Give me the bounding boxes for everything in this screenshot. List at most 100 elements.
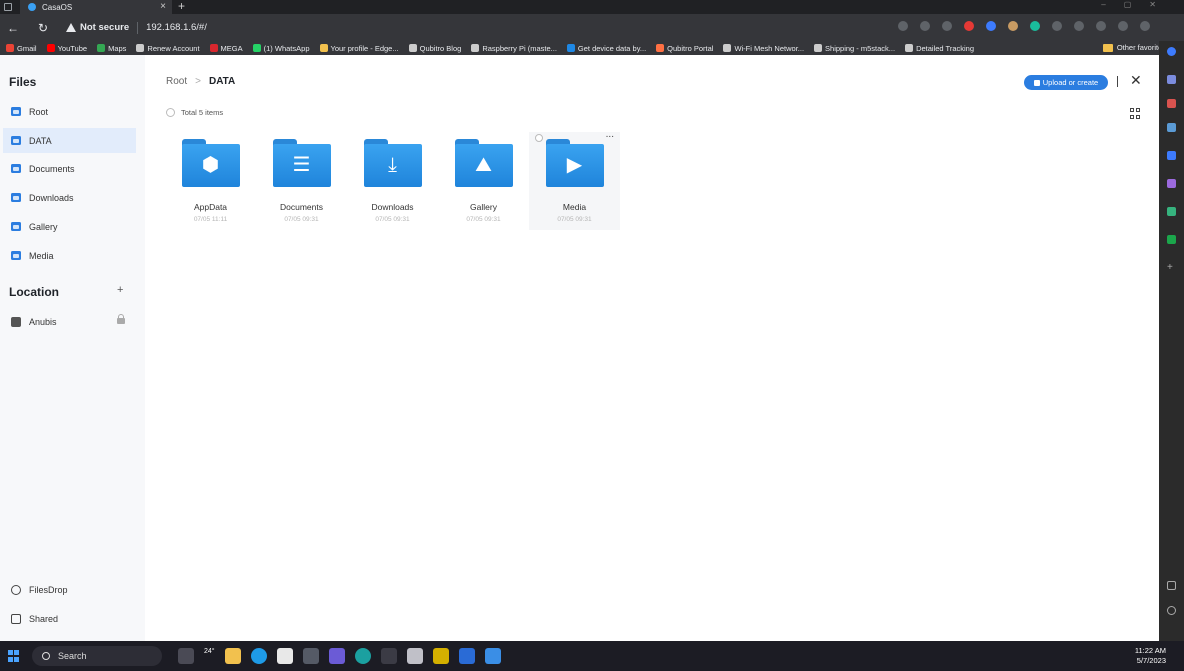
upload-or-create-button[interactable]: Upload or create bbox=[1024, 75, 1108, 90]
window-menu-icon[interactable] bbox=[4, 3, 12, 11]
close-icon[interactable]: ✕ bbox=[1130, 72, 1142, 89]
favorite-star-icon[interactable] bbox=[942, 21, 952, 31]
browser-tab[interactable]: CasaOS × bbox=[20, 0, 172, 14]
app-icon[interactable] bbox=[458, 648, 475, 664]
office-icon[interactable] bbox=[1167, 207, 1176, 216]
url-input[interactable]: 192.168.1.6/#/ bbox=[146, 22, 207, 33]
collections-icon[interactable] bbox=[1096, 21, 1106, 31]
bookmark-item[interactable]: MEGA bbox=[209, 44, 243, 53]
select-all[interactable]: Total 5 items bbox=[166, 108, 223, 117]
profile-icon[interactable] bbox=[1118, 21, 1128, 31]
add-location-button[interactable]: + bbox=[117, 284, 123, 296]
app-icon[interactable] bbox=[406, 648, 423, 664]
clock-time: 11:22 AM bbox=[1134, 646, 1166, 655]
select-all-checkbox[interactable] bbox=[166, 108, 175, 117]
bookmark-icon bbox=[209, 44, 218, 52]
tag-icon[interactable] bbox=[1167, 75, 1176, 84]
folder-item-downloads[interactable]: ⤓ Downloads 07/05 09:31 bbox=[347, 132, 438, 230]
extension-red-icon[interactable] bbox=[964, 21, 974, 31]
app-icon[interactable] bbox=[380, 648, 397, 664]
bookmark-item[interactable]: YouTube bbox=[46, 44, 87, 53]
breadcrumb-root[interactable]: Root bbox=[166, 76, 187, 87]
bookmark-item[interactable]: (1) WhatsApp bbox=[252, 44, 310, 53]
file-explorer-icon[interactable] bbox=[224, 648, 241, 664]
browser-side-panel: + bbox=[1159, 41, 1184, 641]
bookmark-item[interactable]: Renew Account bbox=[136, 44, 200, 53]
more-options-icon[interactable]: ... bbox=[606, 129, 614, 140]
arduino-icon[interactable] bbox=[354, 648, 371, 664]
bookmark-item[interactable]: Maps bbox=[97, 44, 126, 53]
folder-date: 07/05 09:31 bbox=[557, 216, 592, 223]
reload-icon[interactable]: ↻ bbox=[36, 21, 50, 35]
cube-icon: ⬢ bbox=[201, 154, 220, 177]
games-icon[interactable] bbox=[1167, 123, 1176, 132]
read-aloud-icon[interactable] bbox=[920, 21, 930, 31]
app-icon[interactable] bbox=[328, 648, 345, 664]
bookmark-icon bbox=[905, 44, 914, 52]
bing-chat-icon[interactable] bbox=[1167, 47, 1176, 56]
lock-icon[interactable] bbox=[117, 314, 125, 324]
bookmark-label: Your profile - Edge... bbox=[330, 43, 399, 53]
sidebar-item-downloads[interactable]: Downloads bbox=[3, 185, 136, 210]
bookmark-item[interactable]: Qubitro Portal bbox=[656, 44, 713, 53]
sidebar-item-gallery[interactable]: Gallery bbox=[3, 214, 136, 239]
security-indicator[interactable]: Not secure bbox=[66, 22, 129, 33]
back-icon[interactable]: ← bbox=[6, 21, 20, 35]
address-bar: ← ↻ Not secure 192.168.1.6/#/ bbox=[0, 14, 1184, 41]
bookmark-item[interactable]: Shipping - m5stack... bbox=[814, 44, 895, 53]
browser-tab-strip: CasaOS × + –▢✕ bbox=[0, 0, 1184, 14]
folder-date: 07/05 09:31 bbox=[375, 216, 410, 223]
bookmark-item[interactable]: Gmail bbox=[6, 44, 37, 53]
grid-view-icon[interactable] bbox=[1130, 108, 1141, 119]
vscode-icon[interactable] bbox=[484, 648, 501, 664]
bookmark-item[interactable]: Your profile - Edge... bbox=[319, 43, 399, 53]
settings-gear-icon[interactable] bbox=[1167, 606, 1176, 615]
tab-close-icon[interactable]: × bbox=[160, 1, 166, 12]
window-controls[interactable]: –▢✕ bbox=[1101, 0, 1174, 9]
sidebar-item-documents[interactable]: Documents bbox=[3, 156, 136, 181]
store-icon[interactable] bbox=[276, 648, 293, 664]
bookmark-item[interactable]: Get device data by... bbox=[566, 44, 646, 53]
extensions-puzzle-icon[interactable] bbox=[1052, 21, 1062, 31]
new-tab-button[interactable]: + bbox=[178, 0, 185, 13]
folder-item-gallery[interactable]: ⛰ Gallery 07/05 09:31 bbox=[438, 132, 529, 230]
share-icon bbox=[11, 613, 21, 624]
edge-icon[interactable] bbox=[250, 648, 267, 664]
tree-icon[interactable] bbox=[1167, 235, 1176, 244]
folder-item-media[interactable]: ... ▶ Media 07/05 09:31 bbox=[529, 129, 620, 230]
task-view-icon[interactable] bbox=[178, 648, 194, 664]
sidebar-item-filesdrop[interactable]: FilesDrop bbox=[3, 577, 136, 602]
other-favorites-folder[interactable]: Other favorites bbox=[1102, 43, 1166, 52]
sidebar-item-data[interactable]: DATA bbox=[3, 128, 136, 153]
favorites-icon[interactable] bbox=[1074, 21, 1084, 31]
add-icon[interactable]: + bbox=[1167, 263, 1176, 273]
sidebar-item-media[interactable]: Media bbox=[3, 243, 136, 268]
folder-icon: ▶ bbox=[545, 139, 604, 187]
app-icon[interactable] bbox=[432, 648, 449, 664]
document-icon bbox=[11, 164, 21, 173]
folder-item-appdata[interactable]: ⬢ AppData 07/05 11:11 bbox=[165, 132, 256, 230]
extension-shield-icon[interactable] bbox=[1030, 21, 1040, 31]
extension-cookie-icon[interactable] bbox=[1008, 21, 1018, 31]
start-button[interactable] bbox=[8, 650, 20, 662]
bookmark-item[interactable]: Wi-Fi Mesh Networ... bbox=[723, 44, 804, 53]
key-icon[interactable] bbox=[898, 21, 908, 31]
bookmark-item[interactable]: Qubitro Blog bbox=[408, 44, 461, 53]
taskbar-search[interactable]: Search bbox=[32, 646, 162, 666]
briefcase-icon[interactable] bbox=[1167, 99, 1176, 108]
circle-app-icon[interactable] bbox=[1167, 151, 1176, 160]
more-options-icon[interactable] bbox=[1140, 21, 1150, 31]
sidebar-toggle-icon[interactable] bbox=[1167, 581, 1176, 590]
sidebar-item-root[interactable]: Root bbox=[3, 99, 136, 124]
system-clock[interactable]: 11:22 AM 5/7/2023 bbox=[1135, 646, 1166, 666]
select-checkbox[interactable] bbox=[535, 134, 543, 142]
sidebar-item-shared[interactable]: Shared bbox=[3, 606, 136, 631]
app-icon[interactable] bbox=[302, 648, 319, 664]
tools-icon[interactable] bbox=[1167, 179, 1176, 188]
weather-widget[interactable]: 24° bbox=[204, 648, 215, 664]
image-icon: ⛰ bbox=[475, 154, 492, 177]
folder-item-documents[interactable]: ☰ Documents 07/05 09:31 bbox=[256, 132, 347, 230]
bookmark-item[interactable]: Detailed Tracking bbox=[905, 44, 974, 53]
extension-pen-icon[interactable] bbox=[986, 21, 996, 31]
bookmark-item[interactable]: Raspberry Pi (maste... bbox=[471, 44, 557, 53]
